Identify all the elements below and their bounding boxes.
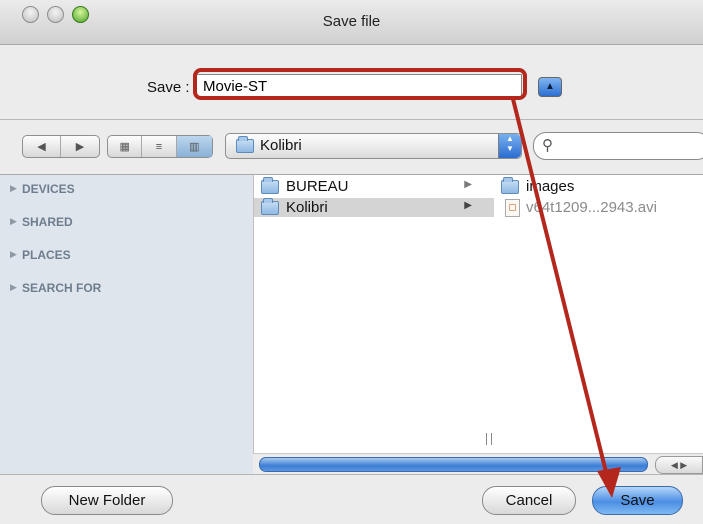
list-view-icon: ≡	[155, 140, 163, 153]
disclosure-triangle-icon[interactable]: ▶	[10, 183, 17, 194]
item-name: images	[526, 178, 575, 195]
title-bar: Save file	[0, 0, 703, 45]
disclosure-triangle-icon[interactable]: ▶	[10, 249, 17, 260]
chevron-right-icon: ▶	[464, 179, 472, 190]
back-forward-control: ◀ ▶	[22, 135, 100, 158]
item-name: BUREAU	[286, 178, 349, 195]
back-button[interactable]: ◀	[23, 136, 61, 157]
column-resize-handle[interactable]	[486, 433, 492, 445]
toolbar-divider	[0, 119, 703, 120]
save-as-label: Save :	[147, 79, 190, 96]
sidebar-section-shared[interactable]: SHARED	[22, 215, 73, 229]
item-name: v64t1209...2943.avi	[526, 199, 657, 216]
folder-icon	[261, 177, 279, 194]
save-button[interactable]: Save	[592, 486, 683, 515]
item-name: Kolibri	[286, 199, 328, 216]
folder-icon	[261, 198, 279, 215]
cancel-button[interactable]: Cancel	[482, 486, 576, 515]
list-view-button[interactable]: ≡	[142, 136, 177, 157]
search-field[interactable]: ⚲	[533, 132, 703, 160]
sidebar-section-places[interactable]: PLACES	[22, 248, 71, 262]
sidebar-section-devices[interactable]: DEVICES	[22, 182, 75, 196]
disclosure-up-icon: ▲	[545, 81, 555, 92]
list-item[interactable]: BUREAU ▶	[254, 177, 494, 196]
location-popup[interactable]: Kolibri ▲ ▼	[225, 133, 522, 159]
forward-arrow-icon: ▶	[75, 141, 85, 153]
list-item[interactable]: images	[494, 177, 703, 196]
scroll-arrows[interactable]: ◀ ▶	[655, 456, 703, 474]
forward-button[interactable]: ▶	[61, 136, 99, 157]
disclosure-triangle-icon[interactable]: ▶	[10, 282, 17, 293]
list-item-selected[interactable]: Kolibri ▶	[254, 198, 494, 217]
browser-column-1: BUREAU ▶ Kolibri ▶	[253, 174, 495, 475]
location-popup-label: Kolibri	[260, 137, 302, 154]
expand-dialog-button[interactable]: ▲	[538, 77, 562, 97]
column-view-button[interactable]: ▥	[176, 136, 212, 157]
folder-icon	[501, 177, 519, 194]
sidebar-section-search-for[interactable]: SEARCH FOR	[22, 281, 101, 295]
folder-icon	[236, 136, 254, 153]
chevron-right-icon: ▶	[464, 200, 472, 211]
disclosure-triangle-icon[interactable]: ▶	[10, 216, 17, 227]
horizontal-scrollbar[interactable]: ◀ ▶	[253, 453, 703, 475]
popup-arrows-icon: ▲ ▼	[498, 134, 521, 158]
icon-view-button[interactable]: ▦	[108, 136, 143, 157]
new-folder-button[interactable]: New Folder	[41, 486, 173, 515]
save-dialog: Save file Save : ▲ ◀ ▶ ▦ ≡ ▥ Kolibri ▲▼ …	[0, 0, 703, 524]
scrollbar-thumb[interactable]	[259, 457, 648, 472]
view-mode-control: ▦ ≡ ▥	[107, 135, 213, 158]
column-view-icon: ▥	[189, 141, 200, 153]
video-file-icon	[505, 199, 520, 217]
browser-column-2: images v64t1209...2943.avi	[494, 174, 703, 475]
filename-input[interactable]	[196, 74, 522, 98]
list-item[interactable]: v64t1209...2943.avi	[494, 198, 703, 217]
icon-view-icon: ▦	[119, 141, 130, 153]
search-icon: ⚲	[542, 137, 553, 154]
back-arrow-icon: ◀	[37, 141, 46, 153]
window-title: Save file	[322, 13, 381, 30]
sidebar: ▶ DEVICES ▶ SHARED ▶ PLACES ▶ SEARCH FOR	[0, 174, 253, 475]
